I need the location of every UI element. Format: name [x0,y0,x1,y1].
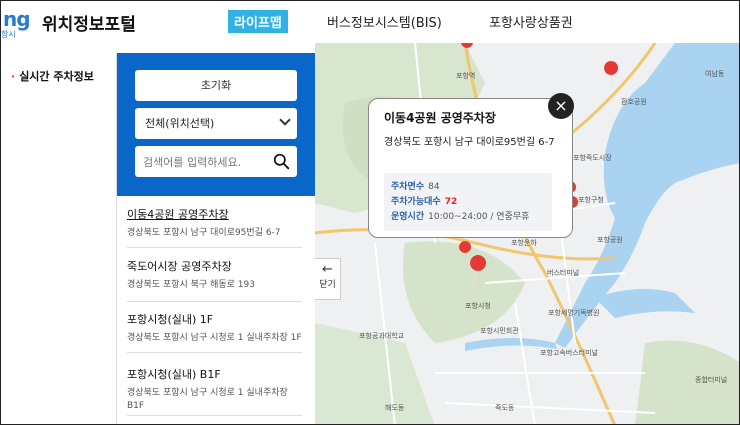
map-label: 포항공과대학교 [359,332,405,340]
list-item-address: 경상북도 포항시 남구 대이로95번길 6-7 [127,228,281,238]
info-row-hours: 운영시간 10:00~24:00 / 연중무휴 [391,209,529,222]
nav-gift-card[interactable]: 포항사랑상품권 [489,12,573,31]
info-value: 10:00~24:00 / 연중무휴 [428,212,530,222]
info-row-total: 주차면수 84 [391,179,440,192]
panel-close-label: 닫기 [319,280,336,290]
info-label: 운영시간 [391,212,425,222]
info-row-available: 주차가능대수 72 [391,194,457,207]
map-label: 포항고속버스터미널 [540,349,598,357]
map-label: 버스터미널 [547,269,580,277]
map-label: 포항공원 [597,236,623,244]
nav-bis[interactable]: 버스정보시스템(BIS) [327,12,442,31]
list-item[interactable]: 포항시청(실내) B1F 경상북도 포항시 남구 시청로 1 실내주차장 B1F [127,366,302,416]
map-label: 환호공원 [621,98,647,106]
map-label: 포항역 [456,72,476,80]
search-icon[interactable] [273,153,290,170]
list-item-address: 경상북도 포항시 남구 시청로 1 실내주차장 B1F [127,388,288,411]
list-item-name: 죽도어시장 공영주차장 [127,260,232,273]
menu-item-parking[interactable]: · 실시간 주차정보 [11,68,94,84]
map-view[interactable]: 포항역 환호공원 여남동 포항죽도시장 포항구청 포항공원 포항운하 버스터미널… [315,43,739,424]
popup-title: 이동4공원 공영주차장 [384,111,496,125]
menu-item-label: 실시간 주차정보 [19,70,94,83]
map-label: 포항세명기독병원 [548,309,600,317]
map-label: 포항구청 [578,196,604,204]
panel-close-tab[interactable]: ← 닫기 [315,258,341,300]
reset-button[interactable]: 초기화 [135,70,297,101]
location-select-value: 전체(위치선택) [145,117,215,130]
info-value: 84 [428,182,440,192]
arrow-left-icon: ← [322,262,333,277]
bullet-icon: · [11,70,16,83]
list-item[interactable]: 포항시청(실내) 1F 경상북도 포항시 남구 시청로 1 실내주차장 1F [127,311,302,353]
left-menu: · 실시간 주차정보 [1,53,116,424]
list-item-name: 포항시청(실내) 1F [127,313,214,326]
list-item[interactable]: 이동4공원 공영주차장 경상북도 포항시 남구 대이로95번길 6-7 [127,206,302,248]
map-label: 포항죽도시장 [573,154,612,162]
panel-controls: 초기화 전체(위치선택) [117,53,316,196]
map-label: 포항시청 [465,302,491,310]
search-panel: 초기화 전체(위치선택) 이동4공원 공영주차장 경상북도 포항시 남구 대이로… [116,53,316,424]
list-item-name: 이동4공원 공영주차장 [127,208,229,221]
logo-sub: 항시 [1,30,16,39]
map-label: 포항시민회관 [480,327,519,335]
popup-address: 경상북도 포항시 남구 대이로95번길 6-7 [384,137,555,148]
location-select[interactable]: 전체(위치선택) [135,108,297,139]
header: ng 항시 위치정보포털 라이프맵 버스정보시스템(BIS) 포항사랑상품권 [1,1,739,43]
list-item-address: 경상북도 포항시 북구 해동로 193 [127,280,255,290]
info-value: 72 [444,197,458,207]
site-title[interactable]: 위치정보포털 [42,10,136,35]
parking-info-popup: 이동4공원 공영주차장 경상북도 포항시 남구 대이로95번길 6-7 주차면수… [368,98,573,238]
list-item-address: 경상북도 포항시 남구 시청로 1 실내주차장 1F [127,333,302,343]
nav-lifemap[interactable]: 라이프맵 [228,10,288,33]
list-item-name: 포항시청(실내) B1F [127,368,221,381]
map-label: 죽도동 [495,404,515,412]
map-label: 포항운하 [511,239,537,247]
app-frame: ng 항시 위치정보포털 라이프맵 버스정보시스템(BIS) 포항사랑상품권 ·… [0,0,740,425]
close-icon[interactable]: × [548,93,574,119]
logo-mark: ng [3,7,31,31]
search-box [135,146,297,177]
info-label: 주차면수 [391,182,425,192]
list-item[interactable]: 죽도어시장 공영주차장 경상북도 포항시 북구 해동로 193 [127,258,302,302]
chevron-down-icon [279,114,291,126]
logo[interactable]: ng 항시 [1,5,41,39]
info-label: 주차가능대수 [391,197,441,207]
map-label: 종합터미널 [695,376,728,384]
search-input[interactable] [143,152,263,172]
popup-info-box: 주차면수 84 주차가능대수 72 운영시간 10:00~24:00 / 연중무휴 [384,173,552,231]
map-label: 해도동 [385,404,405,412]
map-label: 여남동 [705,70,725,78]
